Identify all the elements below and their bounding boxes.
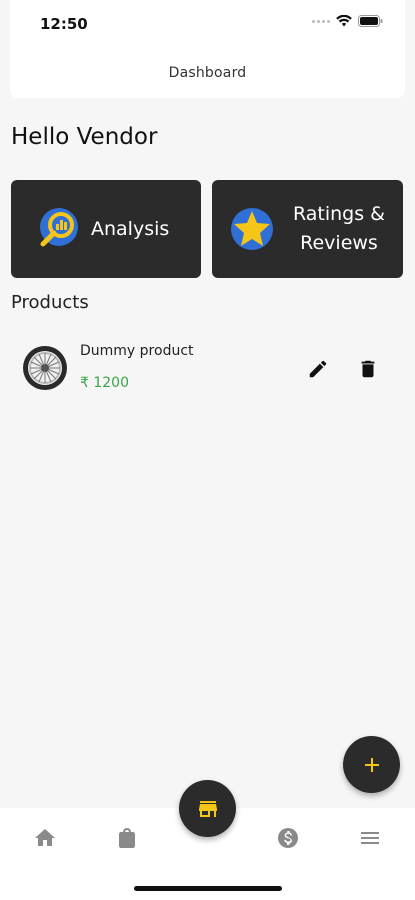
ratings-label: Ratings & Reviews — [284, 200, 394, 258]
menu-icon[interactable] — [358, 826, 382, 850]
top-header-card: 12:50 Dashboard — [10, 0, 405, 98]
edit-pencil-icon[interactable] — [307, 358, 329, 380]
home-indicator — [134, 886, 282, 891]
store-nav-button[interactable] — [179, 780, 236, 837]
wifi-icon — [336, 15, 352, 27]
product-price: ₹ 1200 — [80, 375, 129, 391]
shopping-bag-icon[interactable] — [115, 826, 139, 850]
analysis-label: Analysis — [91, 217, 170, 240]
ratings-label-line2: Reviews — [300, 232, 378, 254]
status-icons — [312, 15, 383, 27]
battery-icon — [358, 15, 383, 27]
wheel-thumbnail — [23, 346, 67, 390]
ratings-label-line1: Ratings & — [292, 203, 385, 225]
add-product-button[interactable] — [343, 736, 400, 793]
product-list-item[interactable]: Dummy product ₹ 1200 — [11, 334, 404, 402]
home-icon[interactable] — [33, 826, 57, 850]
plus-icon — [364, 757, 379, 772]
signal-icon — [312, 19, 330, 23]
status-time: 12:50 — [40, 15, 88, 33]
store-icon — [198, 800, 217, 817]
page-title: Dashboard — [168, 65, 247, 81]
dollar-icon[interactable] — [276, 826, 300, 850]
greeting-text: Hello Vendor — [11, 124, 158, 150]
product-name: Dummy product — [80, 343, 194, 359]
analysis-card[interactable]: Analysis — [11, 180, 201, 278]
products-section-title: Products — [11, 292, 89, 313]
ratings-reviews-card[interactable]: Ratings & Reviews — [212, 180, 403, 278]
analysis-magnifier-icon — [40, 208, 78, 247]
star-icon — [231, 208, 273, 250]
delete-trash-icon[interactable] — [357, 358, 379, 380]
